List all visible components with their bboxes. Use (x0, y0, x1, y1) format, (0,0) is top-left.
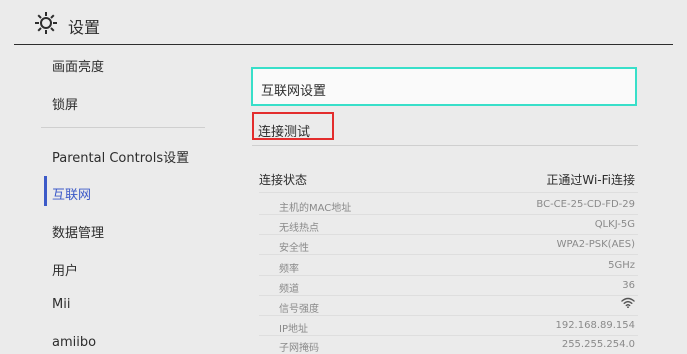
sidebar-item-internet[interactable]: 互联网 (52, 184, 91, 203)
subnet-mask-label: 子网掩码 (279, 343, 319, 354)
row-divider (259, 335, 638, 336)
row-divider (259, 295, 638, 296)
sidebar-item-lock-screen[interactable]: 锁屏 (52, 94, 78, 113)
sidebar-item-users[interactable]: 用户 (52, 260, 78, 279)
sidebar-divider (41, 127, 205, 128)
sidebar-item-data-management[interactable]: 数据管理 (52, 222, 104, 241)
sidebar (0, 46, 218, 348)
row-divider (259, 214, 638, 215)
subnet-mask-value: 255.255.254.0 (561, 339, 635, 350)
sidebar-item-mii[interactable]: Mii (52, 297, 70, 312)
row-divider (259, 192, 638, 193)
sidebar-item-parental-controls[interactable]: Parental Controls设置 (52, 147, 189, 166)
security-value: WPA2-PSK(AES) (556, 239, 635, 250)
hotspot-label: 无线热点 (279, 223, 319, 234)
page-title: 设置 (68, 18, 101, 37)
content-divider (252, 145, 638, 146)
row-divider (259, 234, 638, 235)
header-bar: 设置 (0, 0, 687, 46)
frequency-label: 频率 (279, 264, 299, 275)
row-divider (259, 315, 638, 316)
hotspot-value: QLKJ-5G (594, 219, 635, 230)
internet-settings-label: 互联网设置 (261, 84, 327, 99)
channel-label: 频道 (279, 284, 299, 295)
channel-value: 36 (622, 280, 635, 291)
internet-settings-button[interactable]: 互联网设置 (251, 67, 637, 106)
sidebar-active-indicator (44, 176, 47, 206)
row-divider (259, 275, 638, 276)
ip-address-value: 192.168.89.154 (555, 320, 635, 331)
connection-status-label: 连接状态 (259, 173, 308, 187)
mac-address-label: 主机的MAC地址 (279, 203, 352, 214)
gear-icon (35, 12, 57, 34)
sidebar-item-brightness[interactable]: 画面亮度 (52, 56, 104, 75)
wifi-icon (621, 297, 635, 308)
security-label: 安全性 (279, 243, 309, 254)
header-divider (14, 44, 673, 45)
frequency-value: 5GHz (608, 260, 635, 271)
connection-test-highlight (252, 112, 334, 140)
signal-strength-label: 信号强度 (279, 304, 319, 315)
mac-address-value: BC-CE-25-CD-FD-29 (536, 199, 635, 210)
row-divider (259, 254, 638, 255)
connection-status-value: 正通过Wi-Fi连接 (546, 173, 635, 187)
ip-address-label: IP地址 (279, 324, 308, 335)
